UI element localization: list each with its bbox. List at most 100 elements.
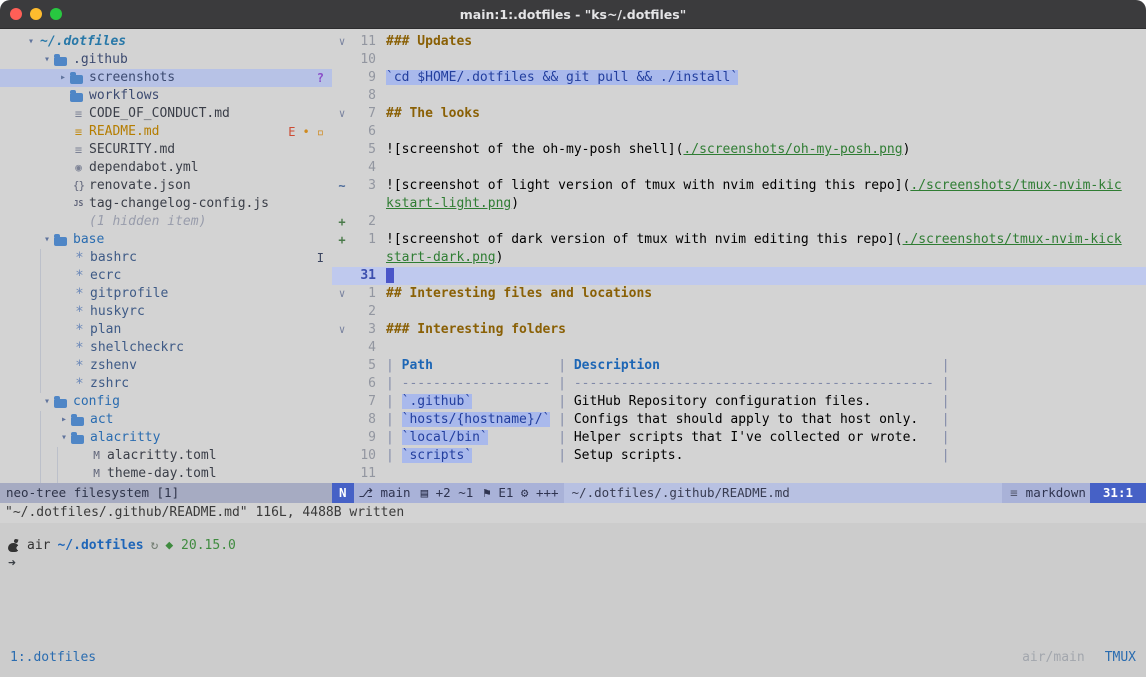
close-button[interactable] [10,8,22,20]
gutter-spacer [332,339,352,357]
text-segment: Path [402,358,433,373]
tree-item-github[interactable]: ▾.github [0,51,332,69]
editor-line[interactable]: 9| `local/bin` | Helper scripts that I'v… [332,429,1146,447]
editor-line[interactable]: 10| `scripts` | Setup scripts. | [332,447,1146,465]
gutter-spacer [332,267,352,285]
editor-line[interactable]: start-dark.png) [332,249,1146,267]
tree-item-badges: E•▫ [288,123,324,141]
tree-item-zshenv[interactable]: *zshenv [0,357,332,375]
indent-guide [24,249,40,267]
dotfile-icon: * [71,321,88,339]
editor-line[interactable]: 5| Path | Description | [332,357,1146,375]
line-number: 1 [352,231,376,249]
tree-item-label: theme-day.toml [107,465,217,483]
editor-line[interactable]: 4 [332,159,1146,177]
tree-item-readme-md[interactable]: ≡README.mdE•▫ [0,123,332,141]
tree-item-label: CODE_OF_CONDUCT.md [89,105,230,123]
tree-item-config[interactable]: ▾config [0,393,332,411]
tree-item-ecrc[interactable]: *ecrc [0,267,332,285]
indent-guide [40,339,57,357]
gutter-spacer [332,141,352,159]
tree-item-alacritty[interactable]: ▾alacritty [0,429,332,447]
tree-item-1-hidden-item[interactable]: (1 hidden item) [0,213,332,231]
tree-item-theme-day-toml[interactable]: Mtheme-day.toml [0,465,332,483]
tree-item-shellcheckrc[interactable]: *shellcheckrc [0,339,332,357]
editor-line[interactable]: ~3![screenshot of light version of tmux … [332,177,1146,195]
editor-line[interactable]: 6| ------------------- | ---------------… [332,375,1146,393]
tree-item-dotfiles[interactable]: ▾~/.dotfiles [0,33,332,51]
tree-item-label: README.md [89,123,159,141]
tree-item-zshrc[interactable]: *zshrc [0,375,332,393]
tree-item-label: zshrc [90,375,129,393]
editor-line[interactable]: 11 [332,465,1146,483]
indent-guide [24,105,40,123]
gutter-spacer [332,303,352,321]
editor-line[interactable]: 2 [332,303,1146,321]
editor-line[interactable]: +1![screenshot of dark version of tmux w… [332,231,1146,249]
minimize-button[interactable] [30,8,42,20]
tree-item-security-md[interactable]: ≡SECURITY.md [0,141,332,159]
line-number: 9 [352,69,376,87]
editor-line[interactable]: ∨1## Interesting files and locations [332,285,1146,303]
editor-line[interactable]: 8| `hosts/{hostname}/` | Configs that sh… [332,411,1146,429]
indent-guide [24,123,40,141]
chevron-right-icon[interactable]: ▸ [56,69,70,87]
line-text [386,267,394,285]
text-segment: ) [903,142,911,157]
editor-buffer[interactable]: ∨11### Updates109`cd $HOME/.dotfiles && … [332,29,1146,483]
editor-line[interactable]: 9`cd $HOME/.dotfiles && git pull && ./in… [332,69,1146,87]
gutter-spacer [332,123,352,141]
tree-item-huskyrc[interactable]: *huskyrc [0,303,332,321]
tree-item-alacritty-toml[interactable]: Malacritty.toml [0,447,332,465]
tree-item-code-of-conduct-md[interactable]: ≡CODE_OF_CONDUCT.md [0,105,332,123]
shell-pane[interactable]: air ~/.dotfiles ↻ ◆ 20.15.0 ➜ 1:.dotfile… [0,523,1146,677]
mode-indicator: N [332,483,354,503]
tmux-window-tab[interactable]: 1:.dotfiles [10,648,96,668]
editor-line[interactable]: 31 [332,267,1146,285]
chevron-down-icon[interactable]: ▾ [24,33,38,51]
tree-item-dependabot-yml[interactable]: ◉dependabot.yml [0,159,332,177]
link-text: kstart-light.png [386,196,511,211]
folder-icon [70,93,83,102]
editor-line[interactable]: kstart-light.png) [332,195,1146,213]
tree-item-tag-changelog-config-js[interactable]: JStag-changelog-config.js [0,195,332,213]
indent-guide [24,195,40,213]
tree-item-plan[interactable]: *plan [0,321,332,339]
indent-guide [24,141,40,159]
editor-line[interactable]: ∨7## The looks [332,105,1146,123]
zoom-button[interactable] [50,8,62,20]
tree-item-screenshots[interactable]: ▸screenshots? [0,69,332,87]
indent-guide [24,411,40,429]
editor-line[interactable]: 8 [332,87,1146,105]
tree-item-act[interactable]: ▸act [0,411,332,429]
editor-line[interactable]: 6 [332,123,1146,141]
text-segment: | [386,358,402,373]
chevron-down-icon[interactable]: ▾ [40,393,54,411]
badge: ▫ [317,123,324,141]
text-segment: | [942,448,950,463]
line-number: 7 [352,393,376,411]
editor-line[interactable]: 4 [332,339,1146,357]
editor-line[interactable]: ∨11### Updates [332,33,1146,51]
tree-item-base[interactable]: ▾base [0,231,332,249]
tree-item-label: dependabot.yml [89,159,199,177]
dotfile-icon: * [71,339,88,357]
text-segment: `local/bin` [402,430,488,445]
chevron-down-icon[interactable]: ▾ [40,231,54,249]
editor-statusline: N ⎇ main ▤ +2 ~1 ⚑ E1 ⚙ +++ ~/.dotfiles/… [332,483,1146,503]
editor-line[interactable]: ∨3### Interesting folders [332,321,1146,339]
chevron-down-icon[interactable]: ▾ [40,51,54,69]
chevron-down-icon[interactable]: ▾ [57,429,71,447]
editor-line[interactable]: 7| `.github` | GitHub Repository configu… [332,393,1146,411]
tree-item-workflows[interactable]: workflows [0,87,332,105]
tree-item-gitprofile[interactable]: *gitprofile [0,285,332,303]
editor-line[interactable]: +2 [332,213,1146,231]
chevron-right-icon[interactable]: ▸ [57,411,71,429]
tree-item-renovate-json[interactable]: {}renovate.json [0,177,332,195]
tree-item-bashrc[interactable]: *bashrcI [0,249,332,267]
text-segment: | [942,394,950,409]
editor-line[interactable]: 10 [332,51,1146,69]
tmux-session-name: air/main [1022,648,1085,668]
text-segment: `hosts/{hostname}/` [402,412,551,427]
editor-line[interactable]: 5![screenshot of the oh-my-posh shell](.… [332,141,1146,159]
